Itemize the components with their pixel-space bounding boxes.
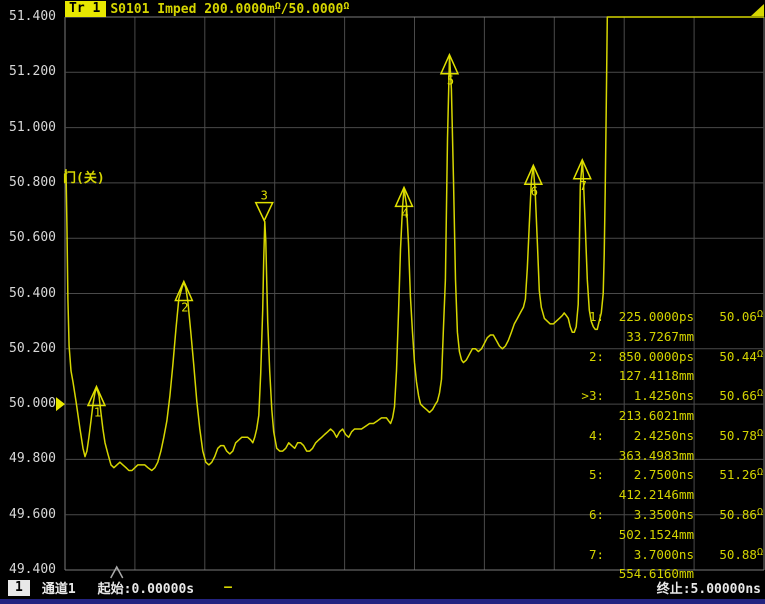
marker-impedance-value: 50.88Ω — [694, 545, 763, 565]
ohm-symbol: Ω — [757, 309, 763, 320]
marker-distance-value: 363.4983mm — [570, 446, 694, 466]
marker-time-value: 850.0000ps — [604, 347, 694, 367]
marker-impedance-value: 50.78Ω — [694, 426, 763, 446]
y-tick-label: 50.400 — [2, 286, 56, 302]
offscale-indicator-icon — [751, 4, 764, 16]
marker-3-number: 3 — [261, 189, 268, 203]
trace-title: S0101 Imped 200.0000mΩ/50.0000Ω — [110, 2, 349, 17]
marker-distance-value: 213.6021mm — [570, 406, 694, 426]
gate-off-label: 门(关) — [63, 167, 105, 186]
marker-row-label: 5: — [570, 465, 604, 485]
marker-3-icon[interactable] — [256, 203, 273, 221]
marker-time-value: 3.7000ns — [604, 545, 694, 565]
marker-1-number: 1 — [94, 406, 101, 420]
marker-7-number: 7 — [580, 179, 587, 193]
marker-row-label: 4: — [570, 426, 604, 446]
marker-5-number: 5 — [447, 74, 454, 88]
y-tick-label: 49.800 — [2, 451, 56, 467]
marker-table-row: 6:3.3500ns50.86Ω502.1524mm — [570, 505, 763, 545]
marker-2-number: 2 — [181, 300, 188, 314]
ohm-symbol: Ω — [757, 388, 763, 399]
marker-time-value: 2.4250ns — [604, 426, 694, 446]
marker-time-value: 225.0000ps — [604, 307, 694, 327]
reference-level-arrow[interactable] — [56, 397, 65, 411]
trace-1-badge[interactable]: Tr 1 — [65, 1, 106, 17]
marker-impedance-value: 50.66Ω — [694, 386, 763, 406]
ohm-symbol: Ω — [757, 349, 763, 360]
marker-impedance-value: 50.86Ω — [694, 505, 763, 525]
trace-status-bar: Tr 1 S0101 Imped 200.0000mΩ/50.0000Ω — [65, 1, 349, 17]
y-tick-label: 51.400 — [2, 9, 56, 25]
marker-impedance-value: 51.26Ω — [694, 465, 763, 485]
ohm-symbol: Ω — [343, 1, 349, 12]
marker-table-row: >3:1.4250ns50.66Ω213.6021mm — [570, 386, 763, 426]
marker-row-label: 2: — [570, 347, 604, 367]
marker-distance-value: 412.2146mm — [570, 485, 694, 505]
marker-4-number: 4 — [401, 206, 408, 220]
marker-table-row: 1:225.0000ps50.06Ω33.7267mm — [570, 307, 763, 347]
y-tick-label: 51.000 — [2, 120, 56, 136]
marker-table-row: 4:2.4250ns50.78Ω363.4983mm — [570, 426, 763, 466]
marker-6-number: 6 — [531, 184, 538, 198]
marker-row-label: 7: — [570, 545, 604, 565]
channel-1-badge[interactable]: 1 — [8, 580, 30, 596]
y-tick-label: 49.400 — [2, 562, 56, 578]
reference-value: /50.0000 — [281, 2, 344, 17]
y-tick-label: 51.200 — [2, 64, 56, 80]
y-tick-label: 50.600 — [2, 230, 56, 246]
marker-distance-value: 502.1524mm — [570, 525, 694, 545]
channel-label: 通道1 — [42, 578, 76, 597]
y-tick-label: 50.200 — [2, 341, 56, 357]
sweep-start-value[interactable]: 起始:0.00000s — [98, 578, 194, 597]
marker-row-label: >3: — [570, 386, 604, 406]
marker-table-row: 2:850.0000ps50.44Ω127.4118mm — [570, 347, 763, 387]
sweep-stop-value[interactable]: 终止:5.00000ns — [657, 578, 761, 597]
marker-table-row: 5:2.7500ns51.26Ω412.2146mm — [570, 465, 763, 505]
bottom-blue-strip — [0, 599, 765, 604]
ohm-symbol: Ω — [757, 467, 763, 478]
y-tick-label: 50.800 — [2, 175, 56, 191]
scale-value: 200.0000m — [196, 2, 274, 17]
marker-distance-value: 127.4118mm — [570, 366, 694, 386]
marker-time-value: 1.4250ns — [604, 386, 694, 406]
ohm-symbol: Ω — [757, 507, 763, 518]
ohm-symbol: Ω — [757, 428, 763, 439]
measurement-label: S0101 Imped — [110, 2, 196, 17]
marker-impedance-value: 50.06Ω — [694, 307, 763, 327]
marker-time-value: 2.7500ns — [604, 465, 694, 485]
marker-row-label: 1: — [570, 307, 604, 327]
marker-impedance-value: 50.44Ω — [694, 347, 763, 367]
channel-status-bar: 1 通道1 起始:0.00000s — 终止:5.00000ns — [0, 577, 765, 598]
trace-color-key: — — [224, 580, 232, 595]
ohm-symbol: Ω — [275, 1, 281, 12]
ohm-symbol: Ω — [757, 547, 763, 558]
y-tick-label: 49.600 — [2, 507, 56, 523]
marker-row-label: 6: — [570, 505, 604, 525]
vna-tdr-screen: 1234567 Tr 1 S0101 Imped 200.0000mΩ/50.0… — [0, 0, 765, 604]
y-tick-label: 50.000 — [2, 396, 56, 412]
marker-time-value: 3.3500ns — [604, 505, 694, 525]
marker-distance-value: 33.7267mm — [570, 327, 694, 347]
